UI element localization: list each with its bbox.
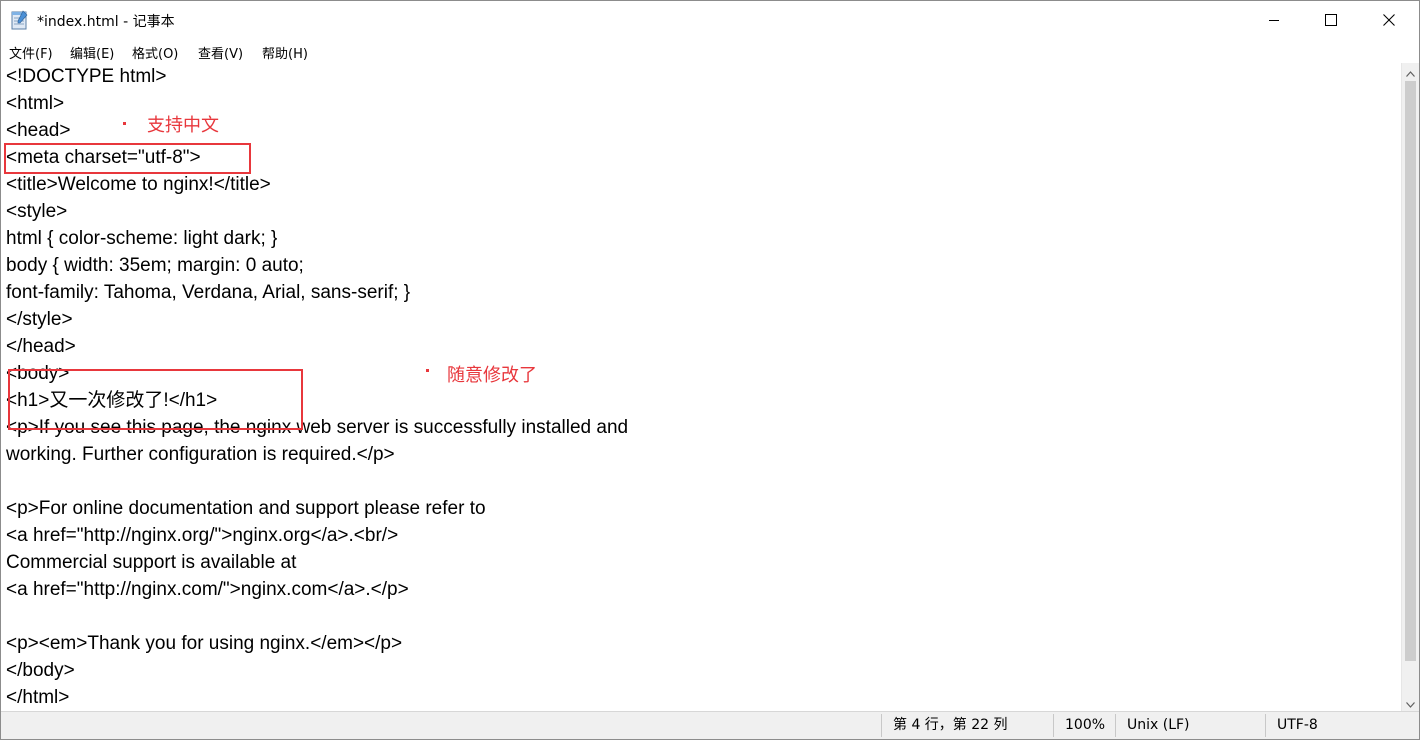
close-button[interactable] [1360, 1, 1418, 39]
menu-help[interactable]: 帮助(H) [262, 43, 308, 62]
code-line: <p>For online documentation and support … [6, 498, 486, 519]
status-cursor-position: 第 4 行，第 22 列 [893, 717, 1008, 733]
notepad-icon [11, 10, 29, 30]
menu-edit[interactable]: 编辑(E) [70, 43, 114, 62]
annotation-note-modified: 随意修改了 [447, 365, 537, 386]
code-line: font-family: Tahoma, Verdana, Arial, san… [6, 282, 411, 303]
notepad-window: *index.html - 记事本 文件(F) 编辑(E) 格式(O) 查看(V… [0, 0, 1420, 740]
code-line: <style> [6, 201, 68, 222]
chevron-down-icon [1406, 693, 1415, 712]
status-encoding: UTF-8 [1277, 717, 1318, 733]
annotation-note-charset: 支持中文 [147, 115, 219, 136]
menu-file[interactable]: 文件(F) [9, 43, 53, 62]
maximize-button[interactable] [1302, 1, 1360, 39]
scroll-down-button[interactable] [1402, 694, 1419, 711]
annotation-box-charset [4, 143, 251, 174]
vertical-scrollbar[interactable] [1401, 63, 1419, 711]
menu-format[interactable]: 格式(O) [132, 43, 178, 62]
code-line: </head> [6, 336, 76, 357]
title-bar[interactable]: *index.html - 记事本 [1, 1, 1419, 39]
status-line-ending: Unix (LF) [1127, 717, 1190, 733]
chevron-up-icon [1406, 62, 1415, 81]
status-divider [1115, 714, 1116, 737]
status-divider [1053, 714, 1054, 737]
code-line: </style> [6, 309, 73, 330]
code-line: <a href="http://nginx.com/">nginx.com</a… [6, 579, 409, 600]
code-line: <title>Welcome to nginx!</title> [6, 174, 271, 195]
code-line: </html> [6, 687, 70, 708]
status-divider [881, 714, 882, 737]
code-line: <head> [6, 120, 71, 141]
menu-view[interactable]: 查看(V) [198, 43, 243, 62]
annotation-box-modified [8, 369, 303, 430]
minimize-button[interactable] [1245, 1, 1303, 39]
code-line: <html> [6, 93, 65, 114]
annotation-bullet [123, 122, 126, 125]
code-line: working. Further configuration is requir… [6, 444, 395, 465]
code-line: body { width: 35em; margin: 0 auto; [6, 255, 304, 276]
status-divider [1265, 714, 1266, 737]
minimize-icon [1268, 14, 1280, 26]
status-zoom: 100% [1065, 717, 1106, 733]
code-line: <p><em>Thank you for using nginx.</em></… [6, 633, 403, 654]
code-line: <!DOCTYPE html> [6, 66, 167, 87]
menu-bar: 文件(F) 编辑(E) 格式(O) 查看(V) 帮助(H) [1, 39, 1419, 63]
annotation-bullet [426, 369, 429, 372]
scrollbar-thumb[interactable] [1405, 81, 1416, 661]
window-title: *index.html - 记事本 [37, 14, 175, 30]
code-line: html { color-scheme: light dark; } [6, 228, 278, 249]
scroll-up-button[interactable] [1402, 63, 1419, 80]
close-icon [1383, 14, 1395, 26]
maximize-icon [1325, 14, 1337, 26]
status-bar: 第 4 行，第 22 列 100% Unix (LF) UTF-8 [1, 711, 1419, 739]
code-line: </body> [6, 660, 75, 681]
code-line: Commercial support is available at [6, 552, 297, 573]
code-line: <a href="http://nginx.org/">nginx.org</a… [6, 525, 399, 546]
